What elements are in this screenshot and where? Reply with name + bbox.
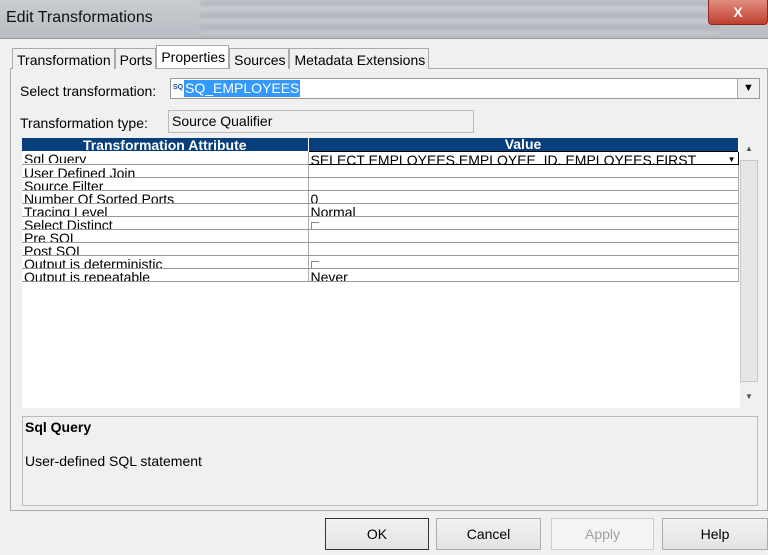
tab-metadata-extensions[interactable]: Metadata Extensions [289, 48, 429, 69]
attribute-value[interactable] [311, 165, 738, 177]
scrollbar-thumb[interactable] [740, 160, 758, 382]
table-row[interactable]: Pre SQL [22, 229, 738, 242]
attribute-name: Output is repeatable [24, 269, 308, 281]
attribute-value[interactable]: 0 [311, 191, 738, 203]
attribute-name: Pre SQL [24, 230, 308, 242]
description-text: User-defined SQL statement [25, 453, 755, 469]
attribute-value[interactable] [311, 230, 738, 242]
tab-transformation[interactable]: Transformation [12, 48, 115, 69]
table-row[interactable]: Tracing LevelNormal [22, 203, 738, 216]
help-button[interactable]: Help [662, 518, 768, 550]
select-distinct-checkbox[interactable] [311, 222, 319, 229]
attribute-value[interactable]: SELECT EMPLOYEES.EMPLOYEE_ID, EMPLOYEES.… [311, 152, 704, 164]
chevron-down-icon[interactable]: ▼ [737, 79, 759, 98]
apply-button[interactable]: Apply [551, 518, 654, 550]
source-qualifier-icon: SQ [173, 84, 183, 91]
window-title: Edit Transformations [6, 9, 153, 27]
attribute-value[interactable]: Never [311, 269, 738, 281]
cancel-button[interactable]: Cancel [436, 518, 541, 550]
description-title: Sql Query [25, 419, 755, 435]
attribute-value[interactable]: Normal [311, 204, 738, 216]
vertical-scrollbar[interactable]: ▲ ▼ [740, 138, 758, 408]
table-row[interactable]: Select Distinct [22, 216, 738, 229]
attribute-value[interactable] [311, 178, 738, 190]
table-row[interactable]: Number Of Sorted Ports0 [22, 190, 738, 203]
background-blur [200, 0, 720, 38]
attribute-name: User Defined Join [24, 165, 308, 177]
table-row[interactable]: Source Filter [22, 177, 738, 190]
table-row[interactable]: Post SQL [22, 242, 738, 255]
output-deterministic-checkbox[interactable] [311, 261, 319, 268]
table-row[interactable]: Output is repeatableNever [22, 268, 738, 281]
select-transformation-dropdown[interactable]: SQ SQ_EMPLOYEES ▼ [170, 78, 760, 99]
table-row[interactable]: Sql Query ▼ SELECT EMPLOYEES.EMPLOYEE_ID, … [22, 151, 738, 164]
properties-grid: Transformation Attribute Value Sql Query… [22, 138, 740, 408]
attribute-value[interactable] [311, 243, 738, 255]
select-transformation-label: Select transformation: [20, 83, 156, 99]
attribute-name: Post SQL [24, 243, 308, 255]
tab-ports[interactable]: Ports [115, 48, 157, 69]
column-header-value[interactable]: Value [308, 138, 738, 151]
title-bar: Edit Transformations X [0, 0, 768, 38]
tab-properties[interactable]: Properties [156, 45, 229, 68]
attribute-name: Select Distinct [24, 217, 308, 229]
expand-editor-icon[interactable]: ▼ [728, 152, 736, 164]
scroll-down-icon[interactable]: ▼ [740, 392, 758, 401]
ok-button[interactable]: OK [325, 518, 429, 550]
tab-sources[interactable]: Sources [229, 48, 289, 69]
table-row[interactable]: User Defined Join [22, 164, 738, 177]
column-header-attribute[interactable]: Transformation Attribute [22, 138, 308, 151]
attribute-name: Sql Query [24, 151, 308, 163]
attribute-name: Tracing Level [24, 204, 308, 216]
close-button[interactable]: X [708, 0, 768, 25]
selected-transformation: SQ_EMPLOYEES [184, 80, 300, 97]
scroll-up-icon[interactable]: ▲ [740, 144, 758, 153]
tab-bar: Transformation Ports Properties Sources … [12, 47, 429, 69]
transformation-type-label: Transformation type: [20, 115, 148, 131]
table-row[interactable]: Output is deterministic [22, 255, 738, 268]
description-box: Sql Query User-defined SQL statement [22, 416, 758, 506]
attribute-name: Number Of Sorted Ports [24, 191, 308, 203]
attribute-name: Source Filter [24, 178, 308, 190]
attribute-name: Output is deterministic [24, 256, 308, 268]
transformation-type-field: Source Qualifier [168, 110, 474, 133]
